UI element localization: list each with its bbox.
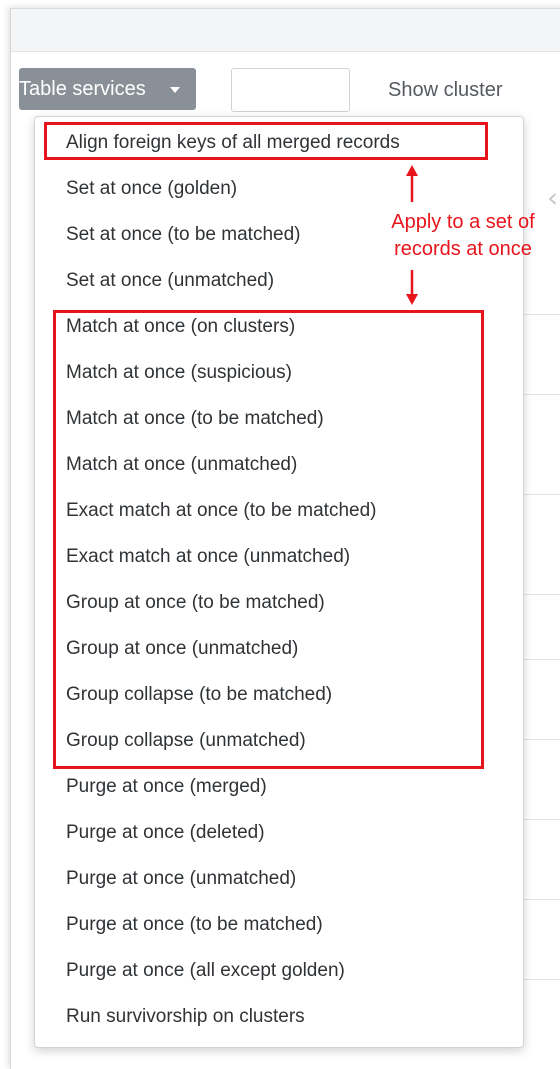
background-divider — [521, 899, 560, 900]
annotation-line-2: records at once — [394, 238, 532, 260]
background-divider — [521, 659, 560, 660]
highlight-box-align — [44, 122, 488, 160]
menu-item-purge-to-be-matched[interactable]: Purge at once (to be matched) — [66, 910, 323, 940]
show-cluster-link[interactable]: Show cluster — [388, 68, 503, 112]
background-divider — [521, 494, 560, 495]
menu-item-set-to-be-matched[interactable]: Set at once (to be matched) — [66, 220, 300, 250]
menu-item-set-golden[interactable]: Set at once (golden) — [66, 174, 237, 204]
toolbar: Table services Show cluster — [11, 52, 560, 122]
background-divider — [521, 979, 560, 980]
caret-down-icon — [170, 87, 180, 93]
background-divider — [521, 819, 560, 820]
background-divider — [521, 394, 560, 395]
table-services-label: Table services — [19, 78, 146, 100]
highlight-box-match-group — [53, 310, 484, 769]
background-divider — [521, 594, 560, 595]
menu-item-set-unmatched[interactable]: Set at once (unmatched) — [66, 266, 274, 296]
menu-item-purge-merged[interactable]: Purge at once (merged) — [66, 772, 267, 802]
menu-item-purge-deleted[interactable]: Purge at once (deleted) — [66, 818, 265, 848]
filter-input[interactable] — [231, 68, 350, 112]
top-bar — [11, 9, 560, 52]
background-divider — [521, 314, 560, 315]
menu-item-run-survivorship[interactable]: Run survivorship on clusters — [66, 1002, 305, 1032]
chevron-left-icon[interactable]: ‹ — [547, 181, 558, 214]
table-services-button[interactable]: Table services — [19, 68, 196, 110]
menu-item-purge-all-except-golden[interactable]: Purge at once (all except golden) — [66, 956, 345, 986]
arrow-down-icon — [406, 270, 418, 305]
menu-item-purge-unmatched[interactable]: Purge at once (unmatched) — [66, 864, 296, 894]
background-divider — [521, 739, 560, 740]
arrow-up-icon — [406, 165, 418, 202]
annotation-line-1: Apply to a set of — [391, 211, 535, 233]
annotation-arrows — [406, 165, 418, 305]
